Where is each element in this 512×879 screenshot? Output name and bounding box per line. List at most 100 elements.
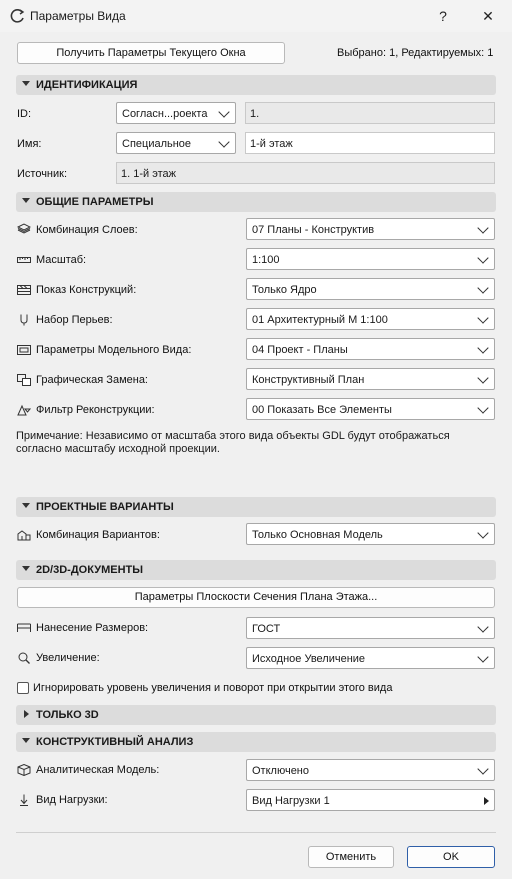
- app-icon: [10, 9, 25, 23]
- analytical-model-select[interactable]: Отключено: [246, 759, 495, 781]
- pen-set-select[interactable]: 01 Архитектурный М 1:100: [246, 308, 495, 330]
- layer-combo-select[interactable]: 07 Планы - Конструктив: [246, 218, 495, 240]
- scale-value: 1:100: [252, 254, 280, 266]
- section-title: ПРОЕКТНЫЕ ВАРИАНТЫ: [36, 501, 174, 513]
- collapse-icon: [22, 566, 30, 571]
- cancel-button[interactable]: Отменить: [308, 846, 394, 868]
- chevron-down-icon: [218, 106, 230, 118]
- chevron-down-icon: [477, 282, 489, 294]
- design-combo-select[interactable]: Только Основная Модель: [246, 523, 495, 545]
- name-value: 1-й этаж: [250, 138, 293, 150]
- section-title: КОНСТРУКТИВНЫЙ АНАЛИЗ: [36, 736, 194, 748]
- graphic-override-icon: [17, 374, 31, 386]
- section-documents[interactable]: 2D/3D-ДОКУМЕНТЫ: [16, 560, 496, 580]
- name-mode-value: Специальное: [122, 138, 192, 150]
- dimensioning-value: ГОСТ: [252, 623, 281, 635]
- name-label: Имя:: [17, 138, 42, 150]
- model-view-icon: [17, 345, 31, 355]
- source-label: Источник:: [17, 168, 68, 180]
- pen-set-value: 01 Архитектурный М 1:100: [252, 314, 388, 326]
- footer-divider: [16, 832, 496, 833]
- collapse-icon: [22, 81, 30, 86]
- chevron-down-icon: [477, 222, 489, 234]
- ignore-zoom-checkbox[interactable]: [17, 682, 29, 694]
- load-type-value: Вид Нагрузки 1: [252, 795, 330, 807]
- dimensions-icon: [17, 623, 31, 632]
- help-button[interactable]: ?: [425, 4, 461, 28]
- model-view-label: Параметры Модельного Вида:: [36, 344, 192, 356]
- chevron-down-icon: [477, 402, 489, 414]
- load-type-label: Вид Нагрузки:: [36, 794, 108, 806]
- pen-icon: [20, 314, 28, 326]
- layer-combo-label: Комбинация Слоев:: [36, 224, 138, 236]
- ok-button[interactable]: OK: [407, 846, 495, 868]
- source-field: 1. 1-й этаж: [116, 162, 495, 184]
- name-mode-select[interactable]: Специальное: [116, 132, 236, 154]
- collapse-icon: [22, 503, 30, 508]
- structure-display-label: Показ Конструкций:: [36, 284, 137, 296]
- analytical-model-label: Аналитическая Модель:: [36, 764, 160, 776]
- zoom-value: Исходное Увеличение: [252, 653, 366, 665]
- expand-icon: [24, 710, 29, 718]
- section-title: ТОЛЬКО 3D: [36, 709, 99, 721]
- renovation-filter-value: 00 Показать Все Элементы: [252, 404, 392, 416]
- section-title: 2D/3D-ДОКУМЕНТЫ: [36, 564, 143, 576]
- chevron-down-icon: [477, 342, 489, 354]
- section-title: ОБЩИЕ ПАРАМЕТРЫ: [36, 196, 154, 208]
- chevron-down-icon: [477, 372, 489, 384]
- chevron-down-icon: [477, 527, 489, 539]
- cut-plane-button[interactable]: Параметры Плоскости Сечения Плана Этажа.…: [17, 587, 495, 608]
- chevron-down-icon: [218, 136, 230, 148]
- id-mode-value: Согласн...роекта: [122, 108, 208, 120]
- id-value: 1.: [250, 108, 260, 120]
- structure-display-icon: [17, 285, 31, 295]
- analytical-model-value: Отключено: [252, 765, 309, 777]
- id-mode-select[interactable]: Согласн...роекта: [116, 102, 236, 124]
- magnifier-icon: [18, 652, 30, 664]
- dimensioning-label: Нанесение Размеров:: [36, 622, 149, 634]
- graphic-override-select[interactable]: Конструктивный План: [246, 368, 495, 390]
- section-identification[interactable]: ИДЕНТИФИКАЦИЯ: [16, 75, 496, 95]
- id-field: 1.: [245, 102, 495, 124]
- chevron-down-icon: [477, 252, 489, 264]
- ignore-zoom-label[interactable]: Игнорировать уровень увеличения и поворо…: [33, 682, 392, 694]
- chevron-down-icon: [477, 651, 489, 663]
- model-view-value: 04 Проект - Планы: [252, 344, 348, 356]
- collapse-icon: [22, 198, 30, 203]
- chevron-down-icon: [477, 763, 489, 775]
- renovation-filter-select[interactable]: 00 Показать Все Элементы: [246, 398, 495, 420]
- name-input[interactable]: 1-й этаж: [245, 132, 495, 154]
- zoom-select[interactable]: Исходное Увеличение: [246, 647, 495, 669]
- get-params-button[interactable]: Получить Параметры Текущего Окна: [17, 42, 285, 64]
- chevron-down-icon: [477, 312, 489, 324]
- layer-combo-value: 07 Планы - Конструктив: [252, 224, 375, 236]
- renovation-filter-icon: [17, 404, 31, 416]
- renovation-filter-label: Фильтр Реконструкции:: [36, 404, 155, 416]
- scale-note: Примечание: Независимо от масштаба этого…: [16, 430, 450, 455]
- section-structural-analysis[interactable]: КОНСТРУКТИВНЫЙ АНАЛИЗ: [16, 732, 496, 752]
- zoom-label: Увеличение:: [36, 652, 100, 664]
- graphic-override-label: Графическая Замена:: [36, 374, 148, 386]
- ruler-icon: [17, 257, 31, 263]
- structure-display-value: Только Ядро: [252, 284, 317, 296]
- id-label: ID:: [17, 108, 32, 120]
- model-view-select[interactable]: 04 Проект - Планы: [246, 338, 495, 360]
- close-button[interactable]: ✕: [470, 4, 506, 28]
- window-title: Параметры Вида: [30, 9, 126, 23]
- section-3d-only[interactable]: ТОЛЬКО 3D: [16, 705, 496, 725]
- chevron-down-icon: [477, 621, 489, 633]
- layers-icon: [17, 223, 31, 234]
- collapse-icon: [22, 738, 30, 743]
- source-value: 1. 1-й этаж: [121, 168, 176, 180]
- section-title: ИДЕНТИФИКАЦИЯ: [36, 79, 138, 91]
- load-icon: [20, 794, 28, 806]
- chevron-right-icon: [484, 797, 489, 805]
- structure-display-select[interactable]: Только Ядро: [246, 278, 495, 300]
- dimensioning-select[interactable]: ГОСТ: [246, 617, 495, 639]
- scale-select[interactable]: 1:100: [246, 248, 495, 270]
- section-design-options[interactable]: ПРОЕКТНЫЕ ВАРИАНТЫ: [16, 497, 496, 517]
- load-type-select[interactable]: Вид Нагрузки 1: [246, 789, 495, 811]
- section-general[interactable]: ОБЩИЕ ПАРАМЕТРЫ: [16, 192, 496, 212]
- scale-label: Масштаб:: [36, 254, 87, 266]
- design-options-icon: [17, 530, 31, 541]
